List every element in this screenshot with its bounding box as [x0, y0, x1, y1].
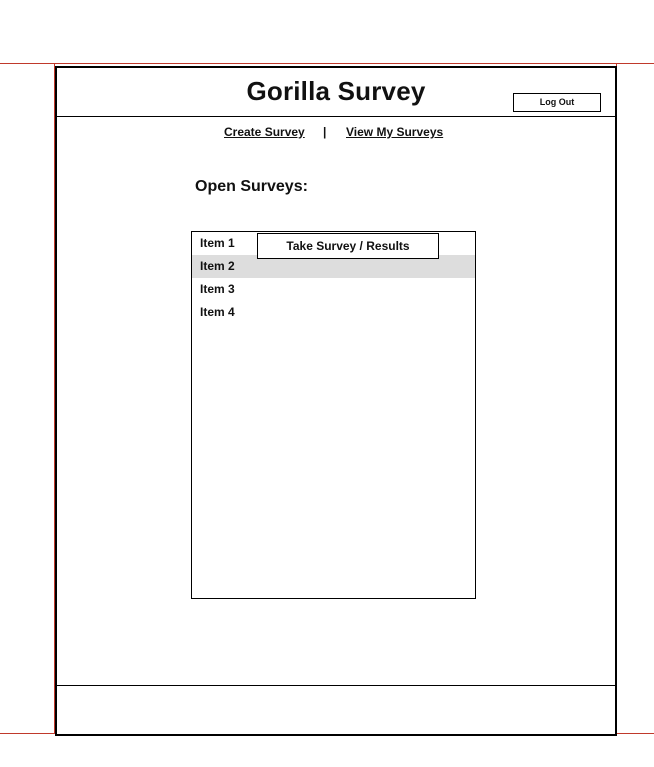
- list-item-4[interactable]: Item 4: [192, 301, 475, 324]
- list-item-label: Item 4: [200, 305, 235, 319]
- header: Gorilla Survey Log Out: [57, 68, 615, 117]
- open-surveys-heading: Open Surveys:: [195, 178, 308, 195]
- list-item-3[interactable]: Item 3: [192, 278, 475, 301]
- logout-button[interactable]: Log Out: [513, 93, 601, 112]
- guide-line-top: [0, 63, 654, 64]
- list-item-label: Item 3: [200, 282, 235, 296]
- list-item-label: Item 1: [200, 236, 235, 250]
- view-my-surveys-link[interactable]: View My Surveys: [346, 125, 443, 139]
- nav-separator: |: [323, 125, 327, 139]
- create-survey-link[interactable]: Create Survey: [224, 125, 305, 139]
- app-window: Gorilla Survey Log Out Create Survey | V…: [55, 66, 617, 736]
- footer: [57, 685, 615, 735]
- list-item-label: Item 2: [200, 259, 235, 273]
- take-survey-results-button[interactable]: Take Survey / Results: [257, 233, 439, 259]
- survey-list[interactable]: Item 1 Item 2 Item 3 Item 4 Take Survey …: [191, 231, 476, 599]
